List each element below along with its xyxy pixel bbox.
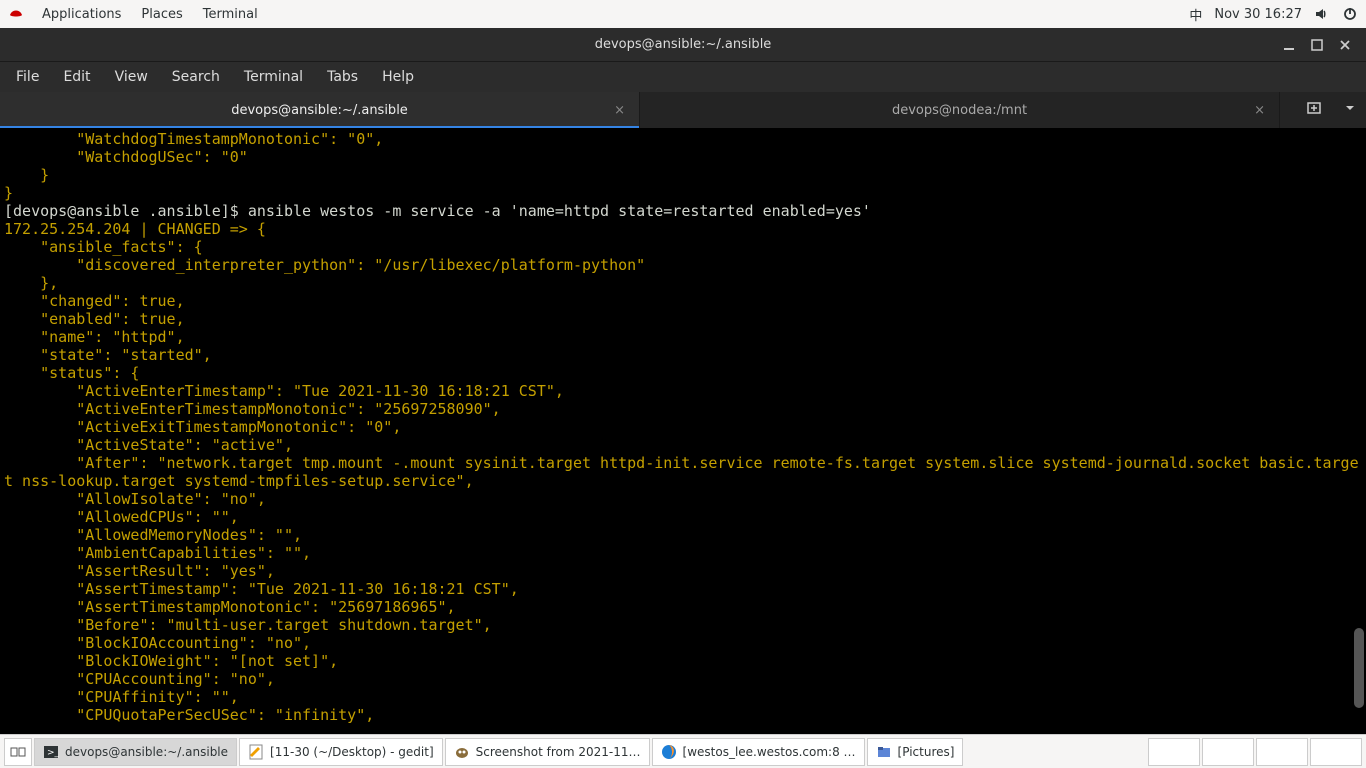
menu-help[interactable]: Help: [370, 69, 426, 85]
terminal-tab-2[interactable]: devops@nodea:/mnt ×: [640, 92, 1280, 128]
workspace-switcher-icon[interactable]: [4, 738, 32, 766]
taskbar-empty-slot: [1148, 738, 1200, 766]
gnome-topbar: Applications Places Terminal 中 Nov 30 16…: [0, 0, 1366, 28]
ime-indicator[interactable]: 中: [1189, 5, 1202, 24]
menu-terminal[interactable]: Terminal: [232, 69, 315, 85]
menu-places[interactable]: Places: [131, 7, 192, 22]
topbar-status-area: 中 Nov 30 16:27: [1189, 5, 1358, 24]
window-close-button[interactable]: [1338, 38, 1352, 52]
menu-applications[interactable]: Applications: [32, 7, 131, 22]
taskbar-item[interactable]: >_ devops@ansible:~/.ansible: [34, 738, 237, 766]
taskbar-item-label: devops@ansible:~/.ansible: [65, 745, 228, 759]
taskbar-item-label: Screenshot from 2021-11…: [476, 745, 641, 759]
menu-file[interactable]: File: [4, 69, 51, 85]
taskbar-item[interactable]: [Pictures]: [867, 738, 964, 766]
menu-view[interactable]: View: [103, 69, 160, 85]
window-maximize-button[interactable]: [1310, 38, 1324, 52]
terminal-tabbar: devops@ansible:~/.ansible × devops@nodea…: [0, 92, 1366, 128]
menu-terminal-launcher[interactable]: Terminal: [193, 7, 268, 22]
taskbar-empty-slot: [1202, 738, 1254, 766]
tab-label: devops@ansible:~/.ansible: [231, 103, 408, 118]
taskbar-item-label: [Pictures]: [898, 745, 955, 759]
new-tab-button-icon[interactable]: [1302, 98, 1326, 122]
taskbar-item[interactable]: [11-30 (~/Desktop) - gedit]: [239, 738, 443, 766]
gedit-icon: [248, 744, 264, 760]
window-minimize-button[interactable]: [1282, 38, 1296, 52]
window-titlebar: devops@ansible:~/.ansible: [0, 28, 1366, 62]
tab-close-icon[interactable]: ×: [614, 103, 625, 118]
taskbar-item-label: [11-30 (~/Desktop) - gedit]: [270, 745, 434, 759]
files-icon: [876, 744, 892, 760]
taskbar-item[interactable]: [westos_lee.westos.com:8 …: [652, 738, 865, 766]
taskbar-item-label: [westos_lee.westos.com:8 …: [683, 745, 856, 759]
clock[interactable]: Nov 30 16:27: [1214, 7, 1302, 22]
taskbar-empty-slot: [1310, 738, 1362, 766]
window-title: devops@ansible:~/.ansible: [595, 37, 772, 52]
tab-close-icon[interactable]: ×: [1254, 103, 1265, 118]
terminal-icon: >_: [43, 744, 59, 760]
volume-icon[interactable]: [1314, 6, 1330, 22]
firefox-icon: [661, 744, 677, 760]
scrollbar-thumb[interactable]: [1354, 628, 1364, 708]
tab-menu-chevron-icon[interactable]: [1340, 100, 1360, 120]
menu-edit[interactable]: Edit: [51, 69, 102, 85]
taskbar-item[interactable]: Screenshot from 2021-11…: [445, 738, 650, 766]
terminal-viewport[interactable]: "WatchdogTimestampMonotonic": "0", "Watc…: [0, 128, 1366, 734]
gimp-icon: [454, 744, 470, 760]
menu-search[interactable]: Search: [160, 69, 232, 85]
svg-text:>_: >_: [47, 748, 59, 758]
taskbar-empty-slot: [1256, 738, 1308, 766]
menu-tabs[interactable]: Tabs: [315, 69, 370, 85]
terminal-tab-1[interactable]: devops@ansible:~/.ansible ×: [0, 92, 640, 128]
terminal-window: devops@ansible:~/.ansible File Edit View…: [0, 28, 1366, 734]
redhat-logo-icon: [8, 6, 24, 22]
power-icon[interactable]: [1342, 6, 1358, 22]
tab-label: devops@nodea:/mnt: [892, 103, 1027, 118]
bottom-taskbar: >_ devops@ansible:~/.ansible [11-30 (~/Des…: [0, 734, 1366, 768]
terminal-menubar: File Edit View Search Terminal Tabs Help: [0, 62, 1366, 92]
